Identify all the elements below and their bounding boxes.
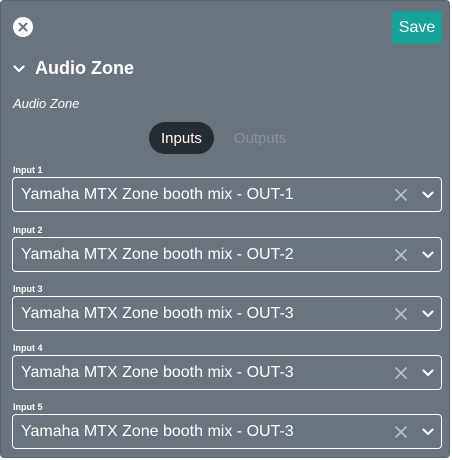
chevron-down-icon[interactable] [421,425,435,439]
input-field-group: Input 4 Yamaha MTX Zone booth mix - OUT-… [12,343,442,390]
close-icon [18,22,28,32]
save-button[interactable]: Save [392,11,442,44]
clear-icon[interactable] [394,307,408,321]
tab-bar: Inputs Outputs [149,122,298,154]
input-label: Input 4 [13,343,43,353]
clear-icon[interactable] [394,188,408,202]
chevron-down-icon[interactable] [421,188,435,202]
zone-name: Audio Zone [13,96,80,111]
input-select[interactable]: Yamaha MTX Zone booth mix - OUT-2 [12,237,442,272]
tab-inputs[interactable]: Inputs [149,122,214,154]
select-value: Yamaha MTX Zone booth mix - OUT-2 [21,245,294,263]
chevron-down-icon[interactable] [421,307,435,321]
clear-icon[interactable] [394,248,408,262]
select-value: Yamaha MTX Zone booth mix - OUT-3 [21,422,294,440]
input-select[interactable]: Yamaha MTX Zone booth mix - OUT-3 [12,296,442,331]
section-collapse-toggle[interactable]: Audio Zone [13,58,134,79]
chevron-down-icon[interactable] [421,366,435,380]
clear-icon[interactable] [394,366,408,380]
tab-outputs[interactable]: Outputs [222,122,299,154]
input-label: Input 5 [13,402,43,412]
section-title: Audio Zone [35,58,134,78]
input-select[interactable]: Yamaha MTX Zone booth mix - OUT-1 [12,177,442,212]
input-field-group: Input 3 Yamaha MTX Zone booth mix - OUT-… [12,284,442,331]
input-label: Input 3 [13,284,43,294]
input-select[interactable]: Yamaha MTX Zone booth mix - OUT-3 [12,355,442,390]
audio-zone-panel: Save Audio Zone Audio Zone Inputs Output… [0,0,450,458]
select-value: Yamaha MTX Zone booth mix - OUT-3 [21,363,294,381]
input-field-group: Input 1 Yamaha MTX Zone booth mix - OUT-… [12,165,442,212]
input-field-group: Input 5 Yamaha MTX Zone booth mix - OUT-… [12,402,442,449]
clear-icon[interactable] [394,425,408,439]
close-button[interactable] [13,17,33,37]
select-value: Yamaha MTX Zone booth mix - OUT-3 [21,304,294,322]
input-label: Input 1 [13,165,43,175]
select-value: Yamaha MTX Zone booth mix - OUT-1 [21,185,294,203]
input-select[interactable]: Yamaha MTX Zone booth mix - OUT-3 [12,414,442,449]
input-field-group: Input 2 Yamaha MTX Zone booth mix - OUT-… [12,225,442,272]
chevron-down-icon [13,64,25,72]
chevron-down-icon[interactable] [421,248,435,262]
input-label: Input 2 [13,225,43,235]
